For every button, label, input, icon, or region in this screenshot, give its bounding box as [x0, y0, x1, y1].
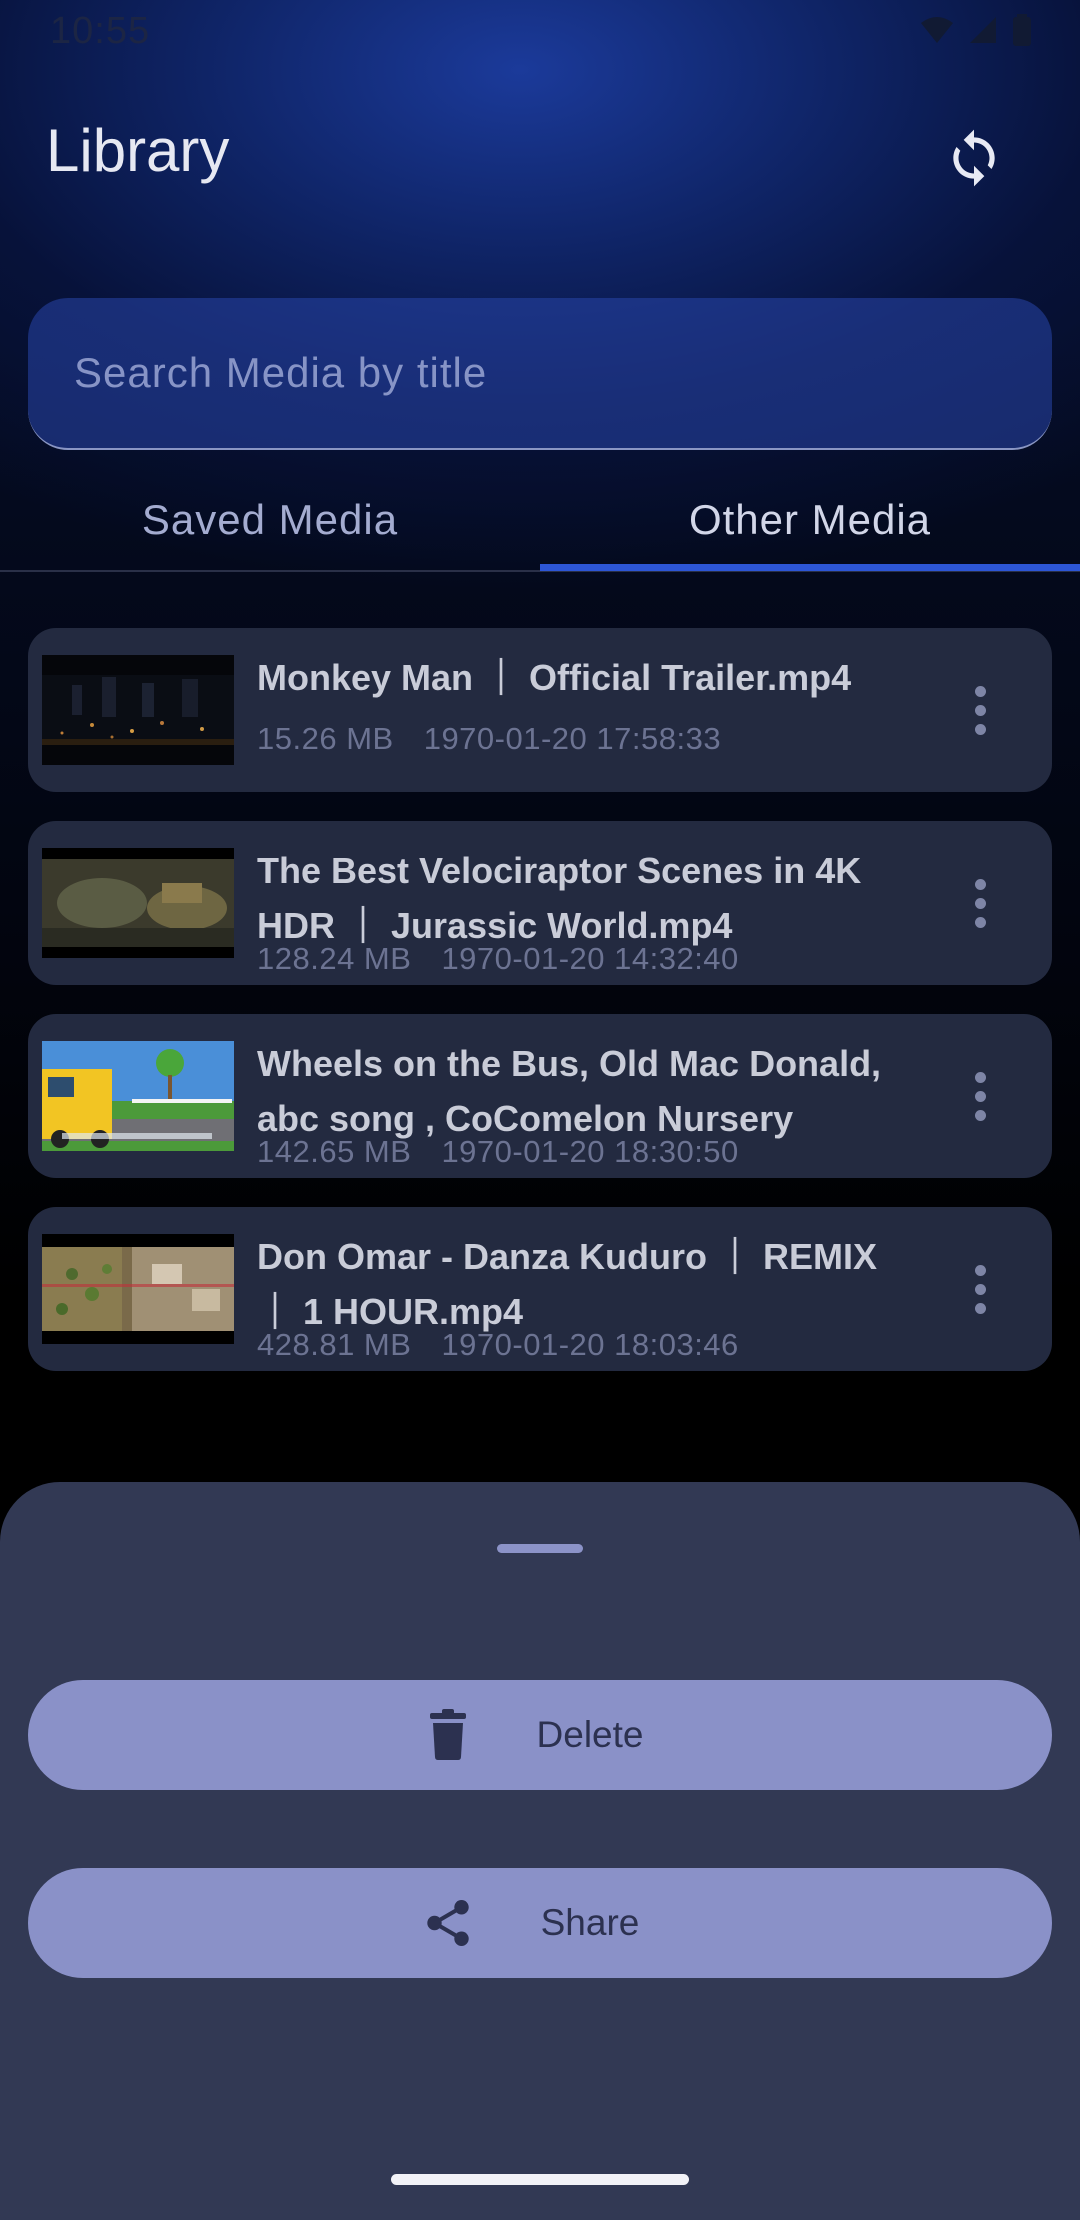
- search-input[interactable]: [74, 298, 1052, 448]
- media-title: Don Omar - Danza Kuduro ｜ REMIX ｜ 1 HOUR…: [257, 1236, 878, 1332]
- media-meta: 142.65 MB 1970-01-20 18:30:50: [257, 1134, 739, 1170]
- wifi-icon: [921, 17, 953, 43]
- tab-other-media[interactable]: Other Media: [540, 470, 1080, 570]
- media-title: Wheels on the Bus, Old Mac Donald, abc s…: [257, 1043, 882, 1139]
- share-label: Share: [540, 1902, 640, 1943]
- tab-indicator: [540, 564, 1080, 571]
- media-title: The Best Velociraptor Scenes in 4K HDR ｜…: [257, 850, 862, 946]
- status-icons: [920, 14, 1032, 46]
- video-thumbnail: [42, 1041, 234, 1151]
- media-size: 15.26 MB: [257, 721, 394, 756]
- media-size: 142.65 MB: [257, 1134, 412, 1169]
- list-item[interactable]: Monkey Man ｜ Official Trailer.mp4 15.26 …: [28, 628, 1052, 792]
- media-date: 1970-01-20 18:03:46: [441, 1327, 739, 1362]
- refresh-button[interactable]: [938, 122, 1010, 194]
- more-options-button[interactable]: [958, 863, 1002, 943]
- video-thumbnail: [42, 655, 234, 765]
- more-options-button[interactable]: [958, 1249, 1002, 1329]
- video-thumbnail: [42, 1234, 234, 1344]
- tab-bar: Saved Media Other Media: [0, 470, 1080, 572]
- page-title: Library: [46, 117, 230, 184]
- more-vert-icon: [974, 1071, 986, 1083]
- battery-icon: [1013, 14, 1031, 46]
- media-meta: 428.81 MB 1970-01-20 18:03:46: [257, 1327, 739, 1363]
- media-title: Monkey Man ｜ Official Trailer.mp4: [257, 657, 852, 698]
- library-screen: 10:55 Library Saved Media Other Media: [0, 0, 1080, 2220]
- media-date: 1970-01-20 18:30:50: [441, 1134, 739, 1169]
- drag-handle[interactable]: [497, 1544, 583, 1553]
- refresh-icon: [953, 129, 995, 187]
- more-options-button[interactable]: [958, 670, 1002, 750]
- media-meta: 15.26 MB 1970-01-20 17:58:33: [257, 721, 721, 757]
- search-box: [28, 298, 1052, 450]
- video-thumbnail: [42, 848, 234, 958]
- more-vert-icon: [974, 685, 986, 697]
- tab-saved-media[interactable]: Saved Media: [0, 470, 540, 570]
- list-item[interactable]: Wheels on the Bus, Old Mac Donald, abc s…: [28, 1014, 1052, 1178]
- media-meta: 128.24 MB 1970-01-20 14:32:40: [257, 941, 739, 977]
- status-time: 10:55: [50, 10, 151, 52]
- list-item[interactable]: The Best Velociraptor Scenes in 4K HDR ｜…: [28, 821, 1052, 985]
- status-bar: 10:55: [0, 0, 1080, 64]
- media-date: 1970-01-20 14:32:40: [441, 941, 739, 976]
- media-size: 428.81 MB: [257, 1327, 412, 1362]
- cellular-icon: [970, 17, 996, 43]
- bottom-sheet: Delete Share: [0, 1482, 1080, 2220]
- more-options-button[interactable]: [958, 1056, 1002, 1136]
- more-vert-icon: [974, 1264, 986, 1276]
- media-date: 1970-01-20 17:58:33: [423, 721, 722, 756]
- delete-button[interactable]: Delete: [28, 1680, 1052, 1790]
- media-size: 128.24 MB: [257, 941, 412, 976]
- list-item[interactable]: Don Omar - Danza Kuduro ｜ REMIX ｜ 1 HOUR…: [28, 1207, 1052, 1371]
- home-indicator[interactable]: [391, 2174, 689, 2185]
- share-button[interactable]: Share: [28, 1868, 1052, 1978]
- more-vert-icon: [974, 878, 986, 890]
- delete-label: Delete: [536, 1714, 644, 1755]
